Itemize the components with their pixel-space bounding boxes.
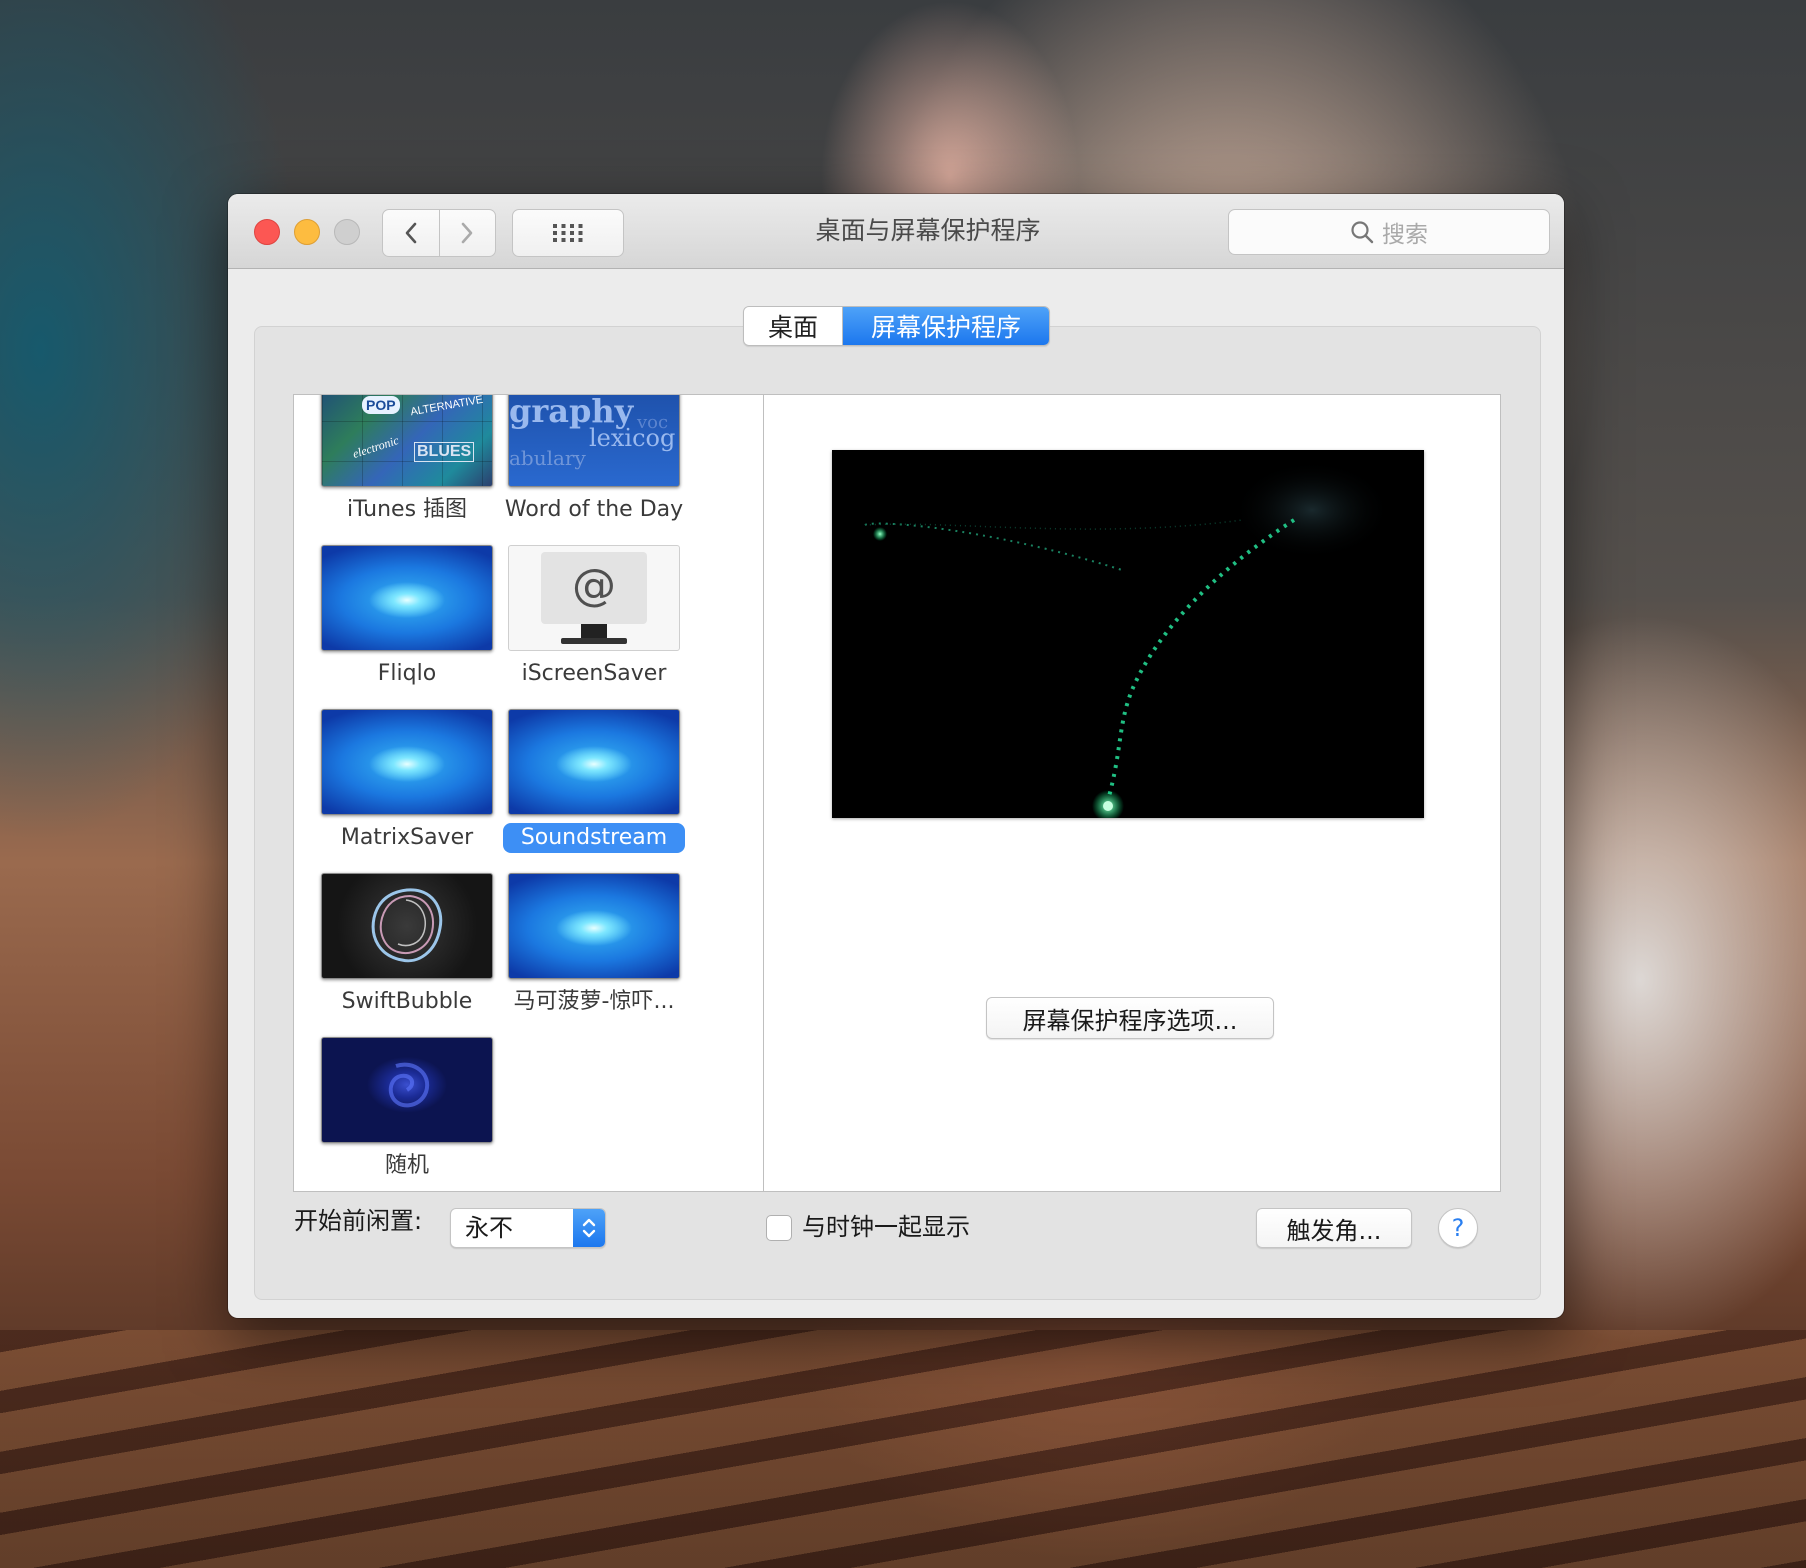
screensaver-list[interactable]: POP ALTERNATIVE electronic BLUES iTunes … — [293, 394, 764, 1192]
updown-chevron-icon — [573, 1209, 605, 1247]
wotd-word-4: abulary — [509, 446, 586, 470]
blue-swirl-thumbnail — [321, 545, 493, 651]
screensaver-label-selected: Soundstream — [502, 823, 686, 853]
window-title: 桌面与屏幕保护程序 — [815, 216, 1041, 245]
svg-text:@: @ — [572, 560, 616, 611]
screensaver-item-fliqlo[interactable]: Fliqlo — [307, 545, 507, 689]
iscreensaver-thumbnail: @ — [508, 545, 680, 651]
screensaver-label: Fliqlo — [377, 661, 437, 686]
back-forward-group — [382, 209, 496, 257]
tab-desktop[interactable]: 桌面 — [744, 307, 843, 345]
preferences-window: 桌面与屏幕保护程序 搜索 桌面 屏幕保护程序 POP ALTERNATIVE e… — [228, 194, 1564, 1318]
idle-time-value: 永不 — [465, 1214, 513, 1242]
wotd-word-3: lexicog — [589, 424, 676, 452]
bubble-thumbnail — [321, 873, 493, 979]
screensaver-item-random[interactable]: 随机 — [307, 1037, 507, 1181]
itunes-tile-alternative: ALTERNATIVE — [409, 394, 485, 419]
tab-screensaver[interactable]: 屏幕保护程序 — [843, 307, 1049, 345]
show-with-clock-label[interactable]: 与时钟一起显示 — [802, 1208, 970, 1246]
wallpaper-kitten-ear — [820, 0, 1080, 220]
screensaver-label: 马可菠萝-惊吓... — [513, 989, 675, 1014]
close-button[interactable] — [254, 219, 280, 245]
screensaver-preview — [832, 450, 1424, 822]
title-bar: 桌面与屏幕保护程序 搜索 — [228, 194, 1564, 269]
screensaver-item-itunes[interactable]: POP ALTERNATIVE electronic BLUES iTunes … — [307, 394, 507, 525]
screensaver-item-iscreensaver[interactable]: @ iScreenSaver — [494, 545, 694, 689]
idle-time-popup[interactable]: 永不 — [450, 1208, 606, 1248]
back-button[interactable] — [383, 210, 439, 256]
minimize-button[interactable] — [294, 219, 320, 245]
screensaver-item-macpro-scare[interactable]: 马可菠萝-惊吓... — [494, 873, 694, 1017]
idle-time-label: 开始前闲置: — [294, 1207, 423, 1235]
itunes-tile-pop: POP — [362, 396, 400, 414]
preview-pane: 屏幕保护程序选项... — [763, 394, 1501, 1192]
chevron-left-icon — [405, 222, 417, 244]
itunes-tile-electronic: electronic — [350, 433, 401, 462]
itunes-tile-blues: BLUES — [414, 442, 475, 462]
help-button[interactable]: ? — [1438, 1208, 1478, 1248]
search-placeholder: 搜索 — [1382, 222, 1428, 248]
forward-button[interactable] — [438, 210, 496, 256]
spiral-icon — [388, 1062, 430, 1108]
show-with-clock-checkbox[interactable] — [766, 1215, 792, 1241]
search-field[interactable]: 搜索 — [1228, 209, 1550, 255]
hot-corners-button[interactable]: 触发角... — [1256, 1208, 1412, 1248]
bubble-ring-icon — [371, 888, 443, 963]
itunes-artwork-thumbnail: POP ALTERNATIVE electronic BLUES — [321, 394, 493, 487]
screensaver-label: 随机 — [384, 1153, 429, 1178]
wallpaper-basket — [0, 1330, 1806, 1568]
zoom-button[interactable] — [334, 219, 360, 245]
tab-control: 桌面 屏幕保护程序 — [743, 306, 1050, 346]
screensaver-label: iTunes 插图 — [346, 497, 468, 522]
screensaver-label: iScreenSaver — [521, 661, 667, 686]
screensaver-options-button[interactable]: 屏幕保护程序选项... — [986, 997, 1274, 1039]
screensaver-item-soundstream[interactable]: Soundstream — [494, 709, 694, 853]
grid-icon — [553, 224, 583, 242]
screensaver-label: Word of the Day — [504, 497, 684, 522]
search-icon — [1351, 221, 1374, 244]
random-thumbnail — [321, 1037, 493, 1143]
blue-swirl-thumbnail — [508, 709, 680, 815]
screensaver-item-matrixsaver[interactable]: MatrixSaver — [307, 709, 507, 853]
at-sign-monitor-icon: @ — [541, 552, 647, 644]
blue-swirl-thumbnail — [508, 873, 680, 979]
question-mark-icon: ? — [1451, 1214, 1465, 1242]
screensaver-label: SwiftBubble — [341, 989, 473, 1014]
soundstream-trail-graphic — [864, 460, 1392, 822]
screensaver-item-word-of-the-day[interactable]: graphy voc lexicog abulary Word of the D… — [494, 395, 694, 525]
word-of-the-day-thumbnail: graphy voc lexicog abulary — [508, 395, 680, 487]
screensaver-item-swiftbubble[interactable]: SwiftBubble — [307, 873, 507, 1017]
blue-swirl-thumbnail — [321, 709, 493, 815]
chevron-right-icon — [461, 222, 473, 244]
show-all-button[interactable] — [512, 209, 624, 257]
screensaver-label: MatrixSaver — [340, 825, 474, 850]
